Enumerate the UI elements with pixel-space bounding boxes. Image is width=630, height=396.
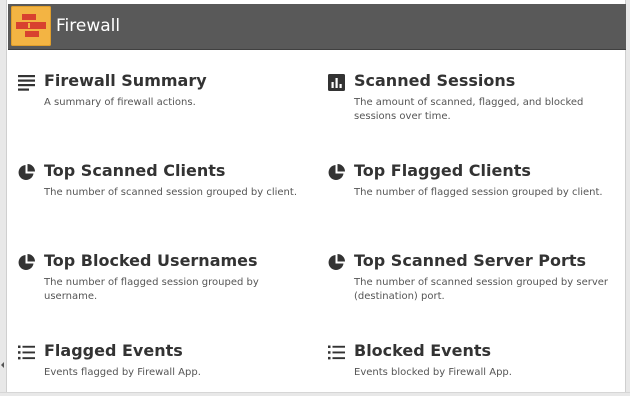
report-title[interactable]: Scanned Sessions — [354, 70, 515, 92]
report-description: The number of flagged session grouped by… — [44, 277, 259, 302]
report-title[interactable]: Top Scanned Server Ports — [354, 250, 586, 272]
text-lines-icon — [18, 75, 35, 91]
report-description: The number of flagged session grouped by… — [354, 187, 603, 198]
bullet-list-icon — [328, 345, 345, 360]
report-title[interactable]: Top Scanned Clients — [44, 160, 225, 182]
report-title[interactable]: Firewall Summary — [44, 70, 207, 92]
report-description: The number of scanned session grouped by… — [354, 277, 609, 302]
collapse-arrow-icon[interactable] — [1, 362, 4, 368]
bottom-edge — [0, 392, 630, 396]
bullet-list-icon — [18, 345, 35, 360]
left-panel-edge[interactable] — [0, 0, 7, 396]
pie-chart-icon — [18, 164, 35, 180]
report-description: A summary of firewall actions. — [44, 97, 196, 108]
pie-chart-icon — [328, 254, 345, 270]
report-title[interactable]: Top Flagged Clients — [354, 160, 531, 182]
report-description: The number of scanned session grouped by… — [44, 187, 297, 198]
report-title[interactable]: Flagged Events — [44, 340, 183, 362]
app-title: Firewall — [56, 16, 121, 36]
bar-chart-icon — [328, 74, 345, 91]
pie-chart-icon — [328, 164, 345, 180]
pie-chart-icon — [18, 254, 35, 270]
report-description: Events flagged by Firewall App. — [44, 367, 201, 378]
app-header: Firewall — [8, 4, 626, 50]
report-title[interactable]: Top Blocked Usernames — [44, 250, 258, 272]
right-scrollbar[interactable] — [625, 0, 630, 396]
report-description: Events blocked by Firewall App. — [354, 367, 512, 378]
firewall-brick-icon — [11, 6, 51, 46]
report-title[interactable]: Blocked Events — [354, 340, 491, 362]
report-description: The amount of scanned, flagged, and bloc… — [354, 97, 584, 122]
